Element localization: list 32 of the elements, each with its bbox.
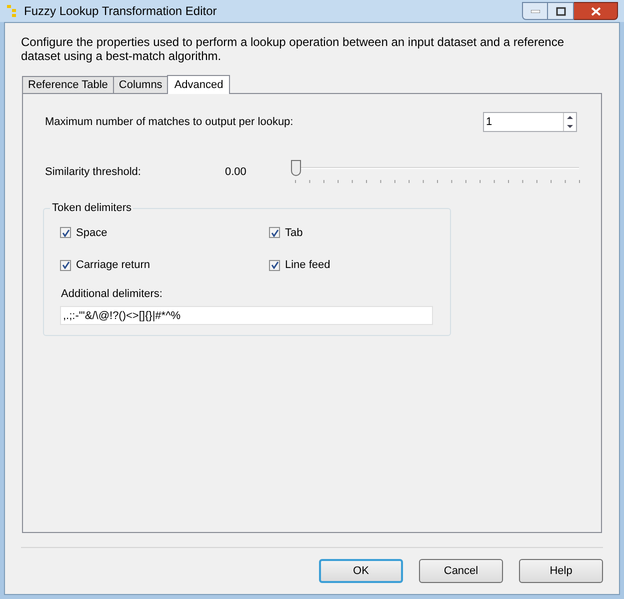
- close-icon: [590, 6, 600, 16]
- similarity-reading: 0.00: [224, 164, 248, 180]
- check-icon: [62, 261, 70, 270]
- maximize-button[interactable]: [548, 2, 574, 20]
- delimiter-checkbox[interactable]: Tab: [269, 224, 434, 241]
- description-text: Configure the properties used to perform a lookup operation between an input dataset and a reference dataset using a best-match algorithm.: [21, 35, 566, 63]
- tab[interactable]: Columns: [112, 76, 168, 93]
- max-matches-label: Maximum number of matches to output per lookup:: [45, 114, 294, 130]
- maximize-icon: [556, 6, 566, 16]
- delimiter-checkbox[interactable]: Space: [60, 224, 269, 241]
- tab[interactable]: Reference Table: [22, 76, 113, 93]
- dialog-button[interactable]: Help: [519, 559, 603, 583]
- additional-label: Additional delimiters:: [61, 286, 164, 302]
- delimiter-checkbox[interactable]: Line feed: [269, 257, 434, 274]
- window-title: Fuzzy Lookup Transformation Editor: [24, 3, 217, 20]
- close-button[interactable]: [574, 2, 618, 20]
- similarity-label: Similarity threshold:: [45, 164, 142, 180]
- slider-thumb[interactable]: [290, 160, 301, 176]
- dialog-button[interactable]: OK: [319, 559, 403, 583]
- group-title: Token delimiters: [51, 201, 132, 216]
- dialog-button[interactable]: Cancel: [419, 559, 503, 583]
- check-icon: [270, 228, 278, 237]
- check-icon: [270, 261, 278, 270]
- minimize-button[interactable]: [522, 2, 548, 20]
- check-icon: [62, 228, 70, 237]
- max-matches-spinner[interactable]: 1: [483, 112, 577, 132]
- similarity-slider[interactable]: [290, 160, 579, 184]
- minimize-icon: [530, 10, 540, 12]
- app-icon: [6, 4, 18, 18]
- tab[interactable]: Advanced: [167, 75, 230, 94]
- delimiter-checkbox[interactable]: Carriage return: [60, 257, 269, 274]
- additional-delimiters-field[interactable]: ,.;:-"'&/\@!?()<>[]{}|#*^%: [60, 306, 433, 325]
